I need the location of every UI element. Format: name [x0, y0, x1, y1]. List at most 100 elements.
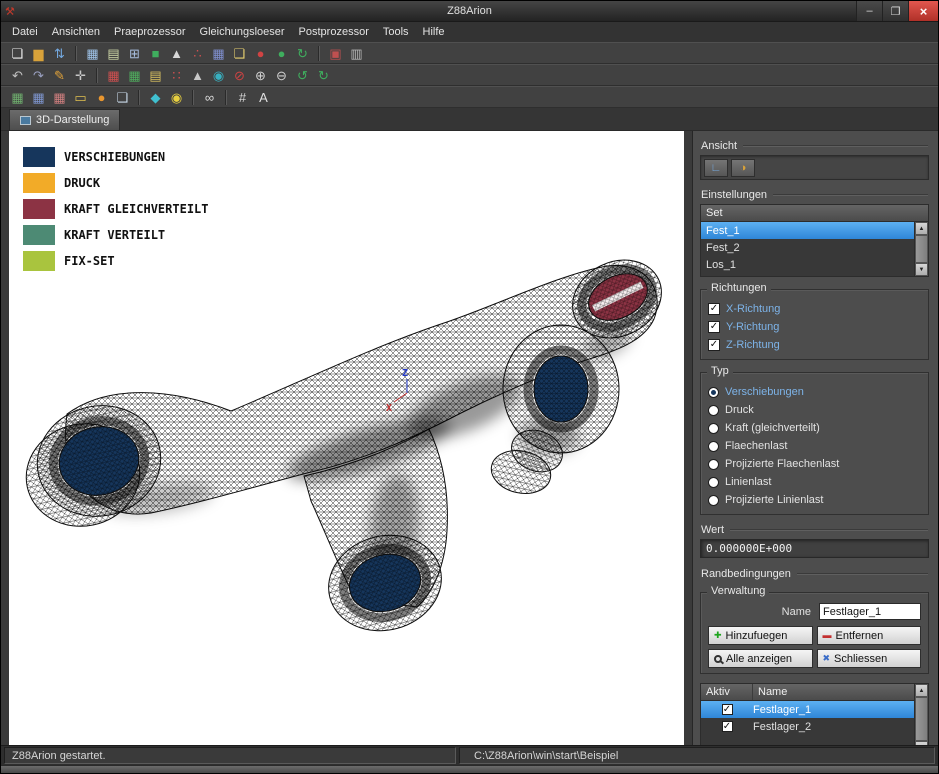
import-export-icon[interactable]: ⇅ [49, 44, 70, 62]
view-axis-button[interactable]: ∟ [704, 159, 728, 177]
scroll-thumb[interactable] [915, 697, 928, 741]
element-set-icon[interactable]: ▦ [208, 44, 229, 62]
entfernen-button[interactable]: ▬ Entfernen [817, 626, 922, 645]
radio-selected-icon[interactable] [708, 387, 719, 398]
radio-icon[interactable] [708, 477, 719, 488]
menu-tools[interactable]: Tools [376, 24, 416, 40]
set-item-fest-1[interactable]: Fest_1 [701, 222, 914, 239]
radio-druck[interactable]: Druck [708, 401, 921, 419]
view-orbit-button[interactable]: ◑ [731, 159, 755, 177]
mail-icon[interactable]: ▭ [70, 88, 91, 106]
hinzufuegen-button[interactable]: ✚ Hinzufuegen [708, 626, 813, 645]
rotate-cw-icon[interactable]: ↻ [313, 66, 334, 84]
menu-praeprozessor[interactable]: Praeprozessor [107, 24, 193, 40]
menu-postprozessor[interactable]: Postprozessor [292, 24, 376, 40]
undo-icon[interactable]: ↶ [7, 66, 28, 84]
checkbox-checked-icon[interactable]: ✓ [708, 321, 720, 333]
yellow-table-icon[interactable]: ▤ [145, 66, 166, 84]
radio-icon[interactable] [708, 459, 719, 470]
radio-projizierte-flaechenlast[interactable]: Projizierte Flaechenlast [708, 455, 921, 473]
globe-doc-icon[interactable]: ❏ [112, 88, 133, 106]
bulb-icon[interactable]: ◉ [166, 88, 187, 106]
edit-table-icon[interactable]: ▤ [103, 44, 124, 62]
close-button[interactable]: × [908, 1, 938, 21]
set-list-scrollbar[interactable]: ▲ ▼ [914, 222, 928, 276]
scroll-up-icon[interactable]: ▲ [915, 684, 928, 697]
sphere-icon[interactable]: ● [91, 88, 112, 106]
radio-icon[interactable] [708, 405, 719, 416]
checkbox-checked-icon[interactable]: ✓ [708, 339, 720, 351]
maximize-button[interactable]: ❐ [882, 1, 908, 21]
gem-icon[interactable]: ◆ [145, 88, 166, 106]
radio-icon[interactable] [708, 423, 719, 434]
set-item-fest-2[interactable]: Fest_2 [701, 239, 914, 256]
green-set-icon[interactable]: ▦ [124, 66, 145, 84]
3d-canvas[interactable]: Z X VERSCHIEBUNGEN DRUCK KRA [9, 131, 684, 745]
node-set-icon[interactable]: ∴ [187, 44, 208, 62]
tab-3d-darstellung[interactable]: 3D-Darstellung [9, 109, 120, 130]
zoom-in-icon[interactable]: ⊕ [250, 66, 271, 84]
zoom-out-icon[interactable]: ⊖ [271, 66, 292, 84]
row-checkbox-checked-icon[interactable]: ✓ [722, 721, 733, 732]
row-checkbox-checked-icon[interactable]: ✓ [722, 704, 733, 715]
droplet-icon[interactable]: ◉ [208, 66, 229, 84]
scroll-down-icon[interactable]: ▼ [915, 741, 928, 745]
tabbar: 3D-Darstellung [1, 108, 938, 131]
scroll-up-icon[interactable]: ▲ [915, 222, 928, 235]
schliessen-button[interactable]: ✖ Schliessen [817, 649, 922, 668]
checkbox-z-richtung[interactable]: ✓ Z-Richtung [708, 336, 921, 354]
table-row-festlager-1[interactable]: ✓ Festlager_1 [701, 701, 914, 718]
checkbox-checked-icon[interactable]: ✓ [708, 303, 720, 315]
move-icon[interactable]: ✛ [70, 66, 91, 84]
checkbox-x-richtung[interactable]: ✓ X-Richtung [708, 300, 921, 318]
solid-cube-icon[interactable]: ■ [145, 44, 166, 62]
redo-icon[interactable]: ↷ [28, 66, 49, 84]
radio-icon[interactable] [708, 495, 719, 506]
gray-mesh-icon[interactable]: ▲ [187, 66, 208, 84]
radio-verschiebungen[interactable]: Verschiebungen [708, 383, 921, 401]
node-grid-icon[interactable]: ⊞ [124, 44, 145, 62]
refresh-icon[interactable]: ↻ [292, 44, 313, 62]
radio-icon[interactable] [708, 441, 719, 452]
red-nodes-icon[interactable]: ∷ [166, 66, 187, 84]
menu-datei[interactable]: Datei [5, 24, 45, 40]
triangle-mesh-icon[interactable]: ▲ [166, 44, 187, 62]
alle-anzeigen-button[interactable]: Alle anzeigen [708, 649, 813, 668]
titlebar[interactable]: ⚒ Z88Arion – ❐ × [1, 1, 938, 21]
checkbox-y-richtung[interactable]: ✓ Y-Richtung [708, 318, 921, 336]
red-set-icon[interactable]: ▦ [103, 66, 124, 84]
start-icon[interactable]: ● [271, 44, 292, 62]
document-icon[interactable]: ❏ [229, 44, 250, 62]
labels-icon[interactable]: A [253, 88, 274, 106]
rotate-ccw-icon[interactable]: ↺ [292, 66, 313, 84]
table-row-festlager-2[interactable]: ✓ Festlager_2 [701, 718, 914, 735]
radio-kraft-gleichverteilt[interactable]: Kraft (gleichverteilt) [708, 419, 921, 437]
scroll-thumb[interactable] [915, 235, 928, 263]
forbid-icon[interactable]: ⊘ [229, 66, 250, 84]
radio-linienlast[interactable]: Linienlast [708, 473, 921, 491]
set-item-los-1[interactable]: Los_1 [701, 256, 914, 273]
solver-icon[interactable]: ▣ [325, 44, 346, 62]
hash-grid-icon[interactable]: # [232, 88, 253, 106]
minimize-button[interactable]: – [856, 1, 882, 21]
menu-hilfe[interactable]: Hilfe [416, 24, 452, 40]
menu-gleichungsloeser[interactable]: Gleichungsloeser [193, 24, 292, 40]
report-icon[interactable]: ▥ [346, 44, 367, 62]
mesh-table-icon[interactable]: ▦ [82, 44, 103, 62]
menu-ansichten[interactable]: Ansichten [45, 24, 107, 40]
radio-flaechenlast[interactable]: Flaechenlast [708, 437, 921, 455]
open-folder-icon[interactable]: ▆ [28, 44, 49, 62]
view-red-icon[interactable]: ▦ [49, 88, 70, 106]
view-green-icon[interactable]: ▦ [7, 88, 28, 106]
scroll-down-icon[interactable]: ▼ [915, 263, 928, 276]
new-file-icon[interactable]: ❏ [7, 44, 28, 62]
glasses-icon[interactable]: ∞ [199, 88, 220, 106]
radio-projizierte-linienlast[interactable]: Projizierte Linienlast [708, 491, 921, 509]
table-scrollbar[interactable]: ▲ ▼ [914, 684, 928, 745]
view-blue-icon[interactable]: ▦ [28, 88, 49, 106]
name-input[interactable] [819, 603, 921, 620]
stop-icon[interactable]: ● [250, 44, 271, 62]
edit-z-icon[interactable]: ✎ [49, 66, 70, 84]
wert-field[interactable]: 0.000000E+000 [700, 539, 929, 558]
window-resize-edge[interactable] [1, 765, 938, 773]
